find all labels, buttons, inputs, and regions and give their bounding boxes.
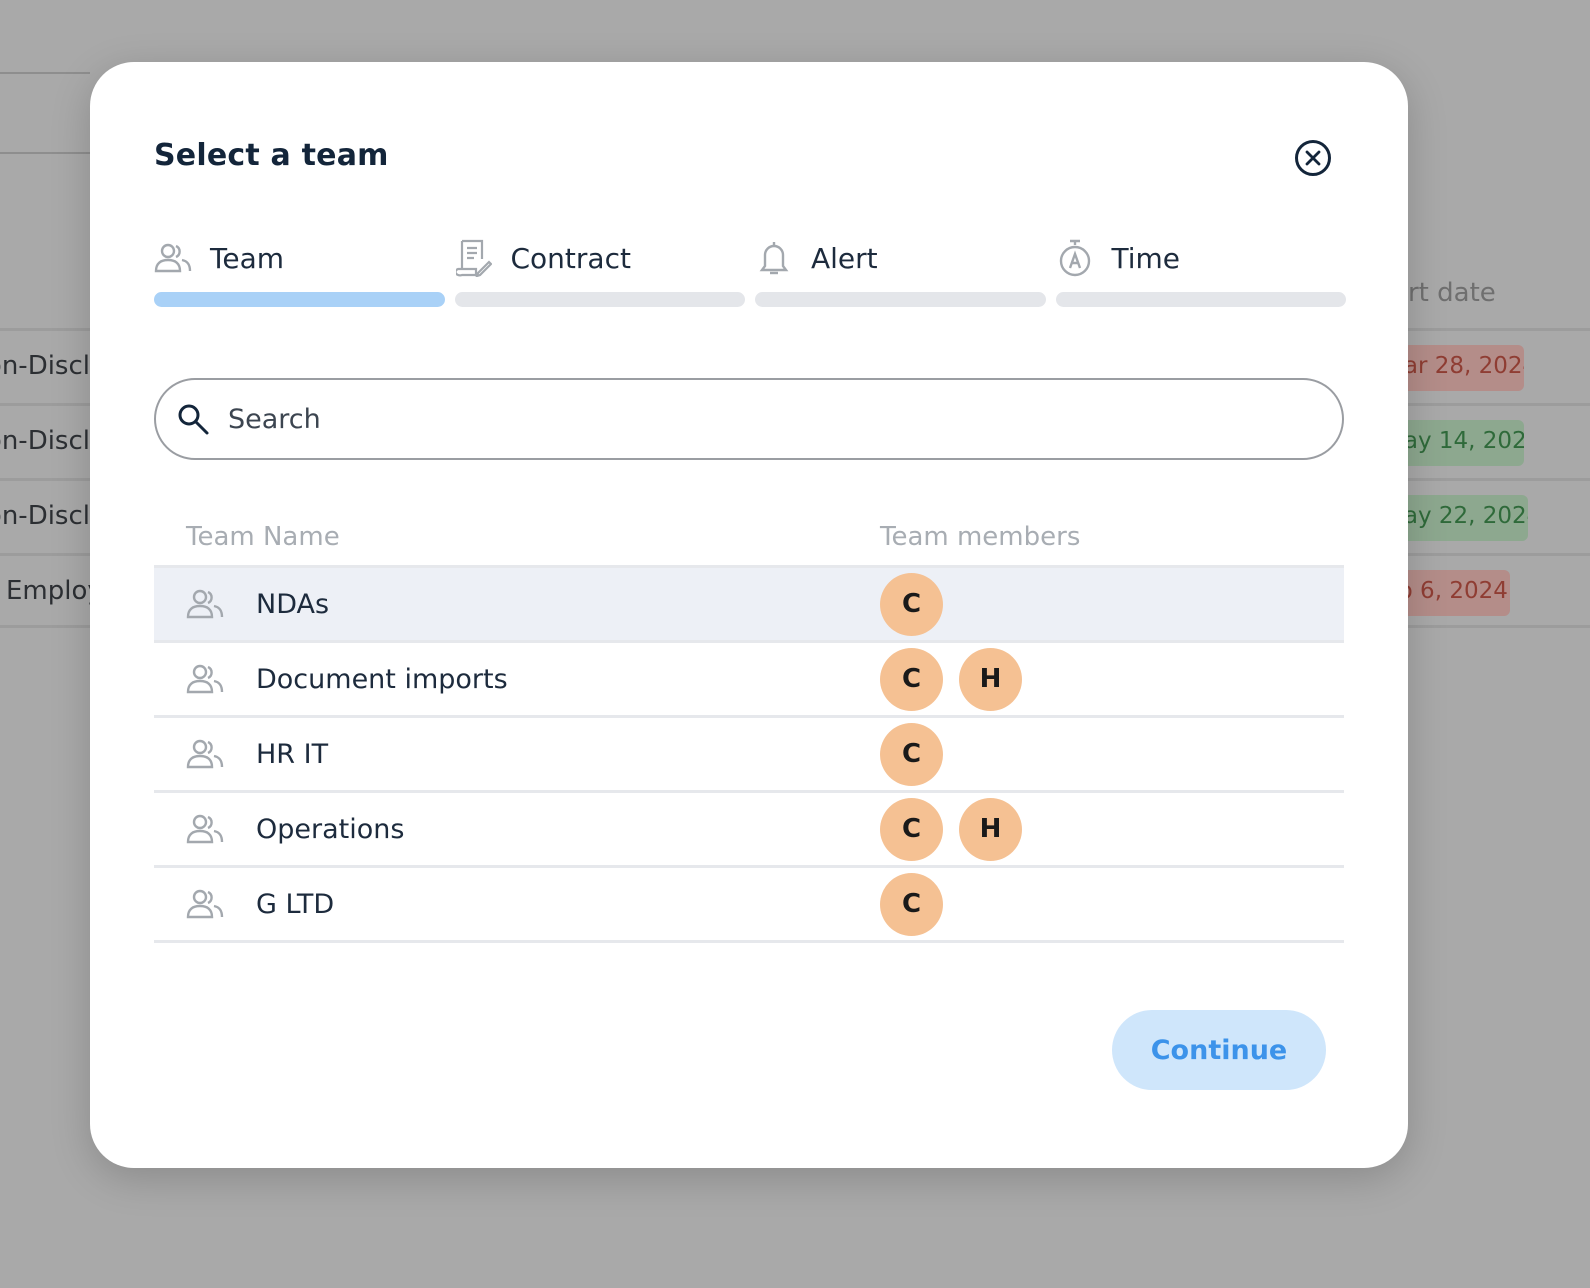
background-row-label: Employ <box>6 576 96 606</box>
step-label: Time <box>1111 241 1181 275</box>
users-icon <box>186 810 224 848</box>
step-label: Alert <box>811 241 878 275</box>
teams-table: Team Name Team members NDAs C Document i… <box>154 508 1344 943</box>
background-divider <box>0 152 90 154</box>
contract-edit-icon <box>455 239 493 277</box>
step-team[interactable]: Team <box>154 230 445 307</box>
team-name: Operations <box>256 813 405 845</box>
background-row-label: on-Discl <box>0 426 90 456</box>
team-members: C H <box>880 797 1022 861</box>
avatar: C <box>880 572 943 636</box>
step-progress-bar <box>454 292 745 307</box>
step-progress-bar <box>1055 292 1346 307</box>
continue-button[interactable]: Continue <box>1112 1010 1326 1090</box>
search-input[interactable] <box>228 403 1228 435</box>
table-row[interactable]: Operations C H <box>154 793 1344 868</box>
search-icon <box>178 404 209 435</box>
step-time[interactable]: Time <box>1055 230 1346 307</box>
team-members-header: Team members <box>880 521 1081 552</box>
avatar: H <box>959 797 1022 861</box>
step-label: Contract <box>510 241 631 275</box>
users-icon <box>186 585 224 623</box>
table-header: Team Name Team members <box>154 508 1344 568</box>
team-members: C <box>880 572 943 636</box>
avatar: C <box>880 872 943 936</box>
team-members: C <box>880 722 943 786</box>
background-divider <box>0 72 90 74</box>
step-alert[interactable]: Alert <box>755 230 1046 307</box>
users-icon <box>186 660 224 698</box>
bell-icon <box>755 239 793 277</box>
users-icon <box>186 885 224 923</box>
table-row[interactable]: Document imports C H <box>154 643 1344 718</box>
modal-title: Select a team <box>154 138 389 173</box>
users-icon <box>154 239 192 277</box>
background-row-label: on-Discl <box>0 351 90 381</box>
select-team-modal: Select a team Team Contract Alert Time S… <box>90 62 1408 1168</box>
background-row-label: on-Discl <box>0 501 90 531</box>
step-progress-bar <box>755 292 1046 307</box>
table-row[interactable]: HR IT C <box>154 718 1344 793</box>
avatar: C <box>880 722 943 786</box>
close-button[interactable] <box>1295 140 1331 176</box>
team-name: NDAs <box>256 588 330 620</box>
team-members: C H <box>880 647 1022 711</box>
users-icon <box>186 735 224 773</box>
avatar: C <box>880 647 943 711</box>
step-label: Team <box>210 241 285 275</box>
step-contract[interactable]: Contract <box>454 230 745 307</box>
avatar: C <box>880 797 943 861</box>
step-progress-bar <box>154 292 445 307</box>
team-name-header: Team Name <box>186 521 340 552</box>
team-name: Document imports <box>256 663 508 695</box>
search-box[interactable] <box>154 378 1344 460</box>
close-icon <box>1305 150 1321 166</box>
table-row[interactable]: G LTD C <box>154 868 1344 943</box>
stopwatch-icon <box>1056 239 1094 277</box>
avatar: H <box>959 647 1022 711</box>
team-name: HR IT <box>256 738 329 770</box>
step-tabs: Team Contract Alert Time <box>154 230 1346 307</box>
team-name: G LTD <box>256 888 335 920</box>
table-row[interactable]: NDAs C <box>154 568 1344 643</box>
team-members: C <box>880 872 943 936</box>
